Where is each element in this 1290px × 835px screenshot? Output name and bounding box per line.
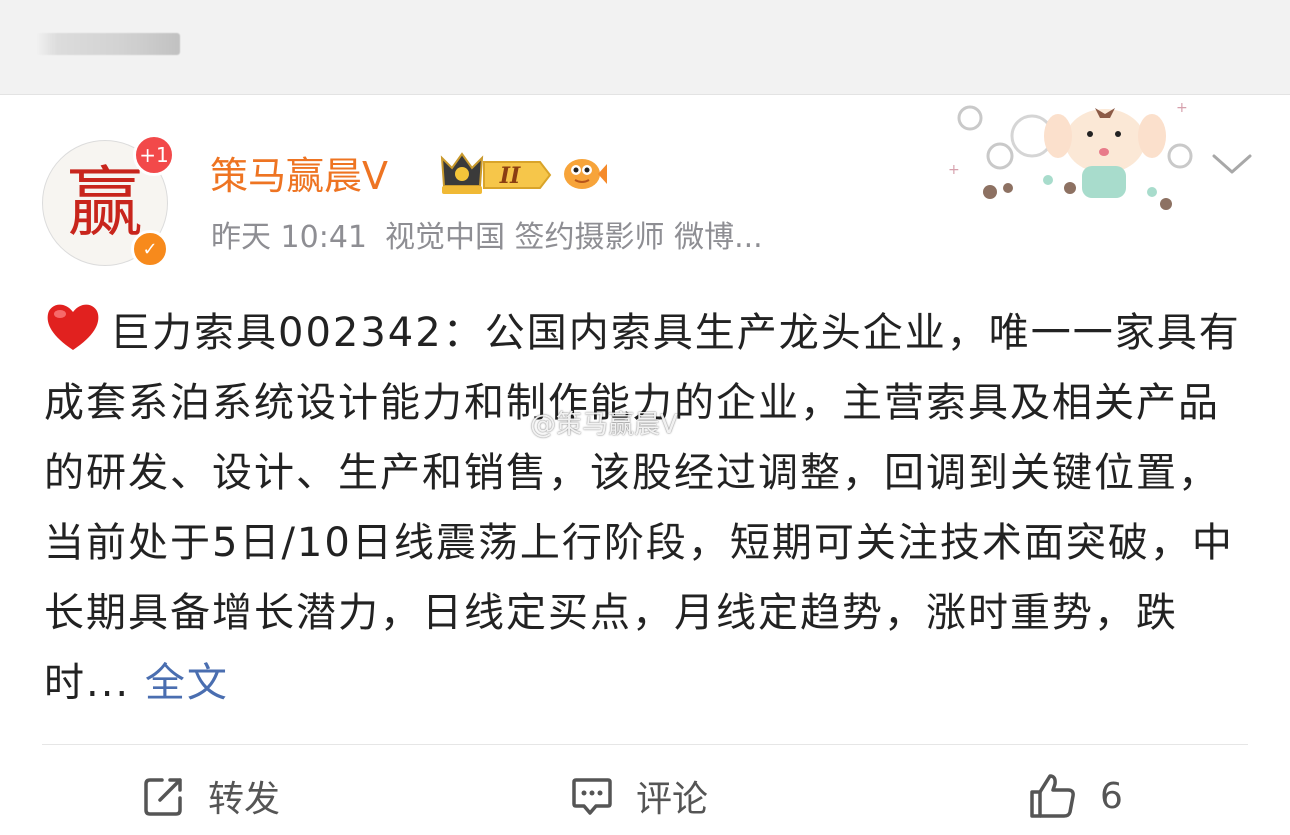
like-button[interactable]: 6	[1028, 766, 1123, 826]
heart-emoji-icon	[47, 304, 99, 350]
post-meta: 昨天 10:41 视觉中国 签约摄影师 微博...	[211, 216, 781, 260]
svg-text:II: II	[499, 163, 521, 189]
watermark: @策马赢晨V	[530, 410, 678, 440]
avatar-calligraphy: 赢	[67, 158, 143, 247]
comment-icon	[572, 778, 612, 815]
sticker-decoration: + +	[948, 100, 1193, 210]
svg-text:+: +	[1176, 100, 1188, 116]
notification-badge: +1	[133, 134, 175, 176]
comment-label: 评论	[636, 779, 709, 820]
fish-emoji-icon	[564, 159, 607, 189]
repost-icon	[144, 778, 182, 816]
post-body: 巨力索具002342：公国内索具生产龙头企业，唯一一家具有成套系泊系统设计能力和…	[44, 310, 1241, 706]
full-text-link[interactable]: 全文	[130, 660, 229, 706]
chevron-down-icon[interactable]	[1210, 150, 1254, 180]
top-bar	[0, 0, 1290, 95]
verified-icon: ✓	[131, 230, 169, 268]
like-icon	[1030, 774, 1075, 818]
repost-label: 转发	[208, 779, 281, 820]
username[interactable]: 策马赢晨V	[210, 150, 388, 202]
divider	[42, 744, 1248, 745]
svg-text:+: +	[948, 162, 960, 178]
post-source: 视觉中国 签约摄影师 微博...	[385, 220, 763, 255]
post-text: 巨力索具002342：公国内索具生产龙头企业，唯一一家具有成套系泊系统设计能力和…	[44, 298, 1244, 718]
like-count: 6	[1100, 775, 1123, 817]
post-time: 昨天 10:41	[211, 220, 367, 255]
crown-badge-icon[interactable]: II	[436, 150, 554, 200]
blurred-title	[36, 33, 180, 55]
repost-button[interactable]: 转发	[142, 766, 280, 826]
comment-button[interactable]: 评论	[570, 766, 708, 826]
